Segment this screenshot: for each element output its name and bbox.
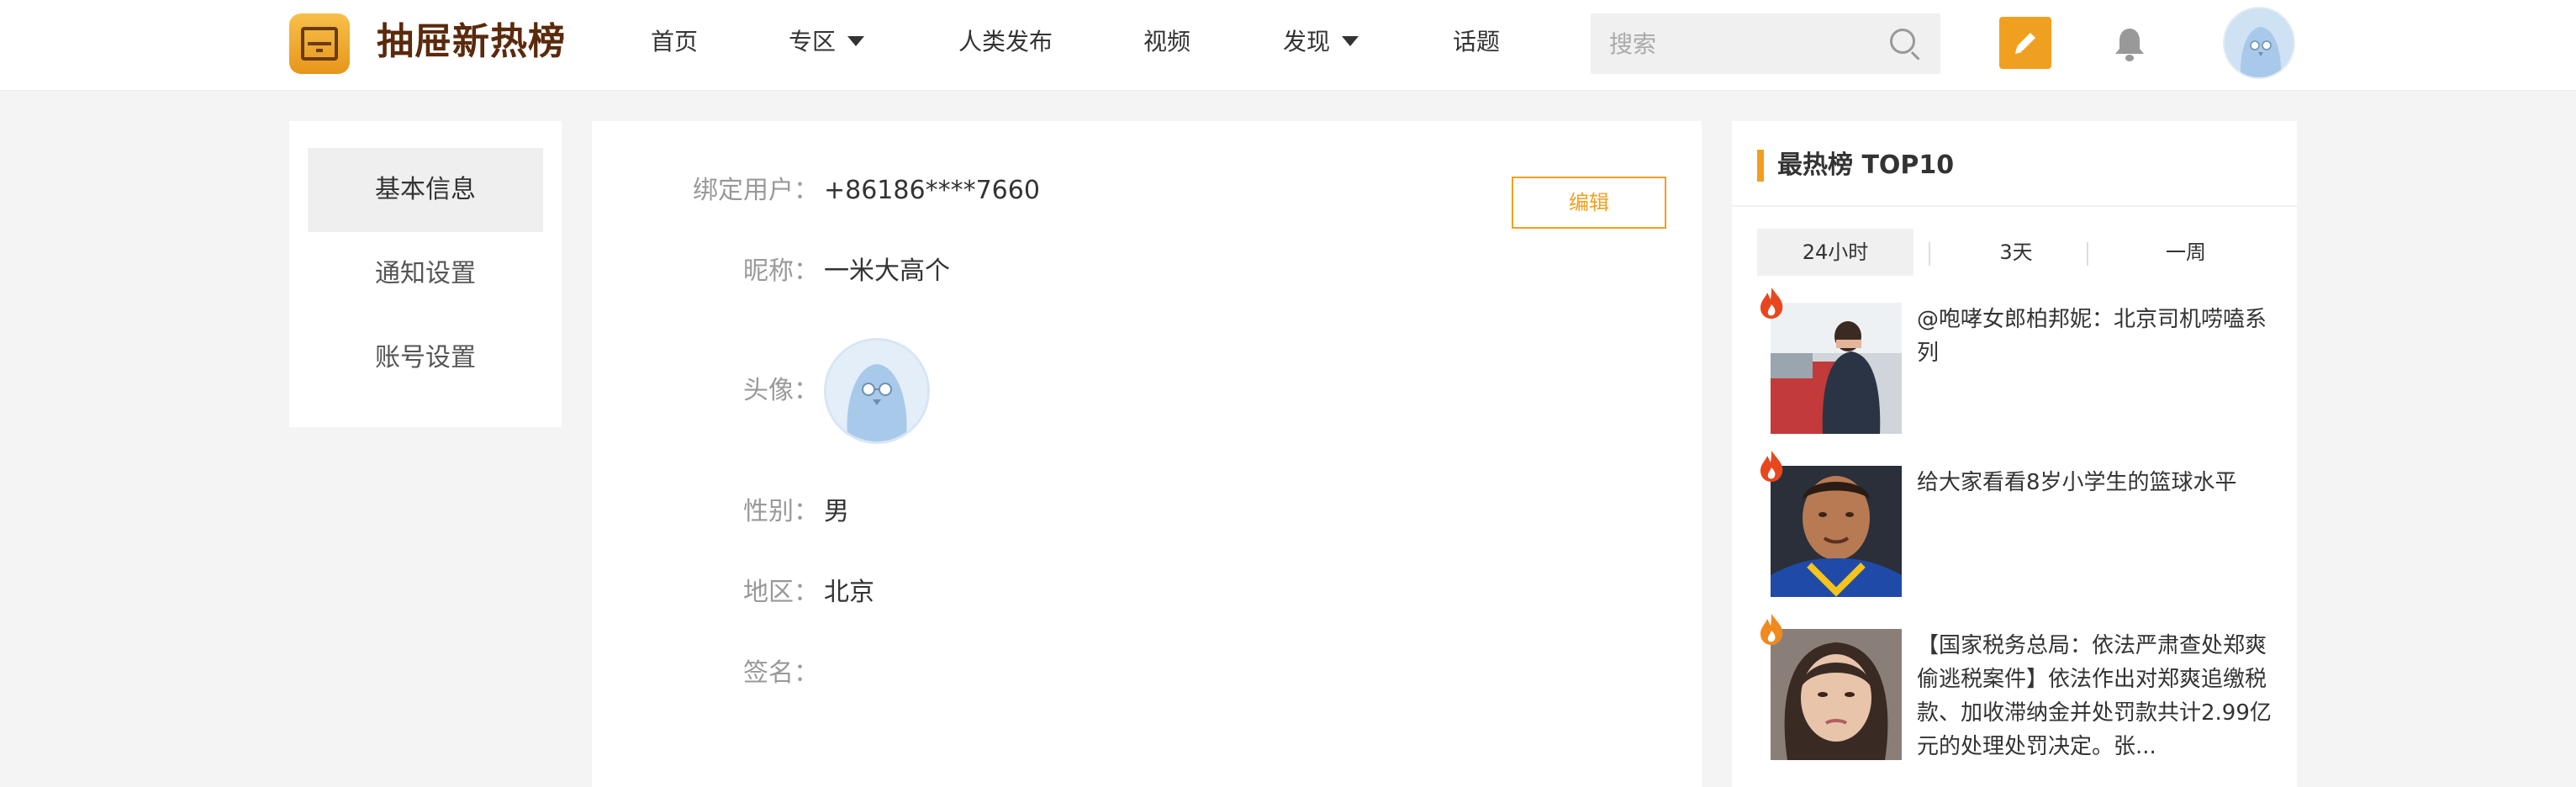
profile-panel: 绑定用户： +86186****7660 编辑 昵称： 一米大高个 头像： 性别… (592, 121, 1702, 787)
edit-button[interactable]: 编辑 (1512, 177, 1666, 229)
publish-button[interactable] (1999, 17, 2051, 69)
region-value: 北京 (824, 578, 874, 607)
divider (1732, 205, 2297, 207)
ranking-item-text: @咆哮女郎柏邦妮：北京司机唠嗑系列 (1917, 307, 2267, 366)
caret-down-icon (847, 36, 865, 46)
profile-avatar[interactable] (824, 338, 930, 444)
flame-icon (1760, 614, 1783, 645)
settings-sidebar: 基本信息 通知设置 账号设置 (289, 121, 562, 427)
title-accent-bar (1757, 150, 1764, 182)
bound-user-label: 绑定用户： (693, 176, 819, 205)
gender-label: 性别： (743, 497, 819, 526)
sidebar-item-account[interactable]: 账号设置 (308, 316, 543, 400)
search-input[interactable] (1591, 13, 1940, 74)
nav-zone[interactable]: 专区 (789, 25, 865, 59)
nickname-label: 昵称： (743, 256, 819, 286)
nav-topics[interactable]: 话题 (1453, 25, 1500, 59)
sidebar-item-notifications[interactable]: 通知设置 (308, 232, 543, 316)
region-label: 地区： (743, 578, 819, 607)
search-icon[interactable] (1890, 29, 1915, 54)
ranking-item[interactable]: @咆哮女郎柏邦妮：北京司机唠嗑系列 (1757, 288, 2278, 437)
top-header: 抽屉新热榜 首页 专区 人类发布 视频 发现 话题 (0, 0, 2576, 91)
avatar-label: 头像： (743, 376, 819, 405)
flame-icon (1760, 288, 1783, 319)
nav-discover[interactable]: 发现 (1283, 25, 1359, 59)
sidebar-item-basic-info[interactable]: 基本信息 (308, 148, 543, 232)
nav-zone-label: 专区 (789, 28, 837, 55)
ranking-thumbnail (1771, 466, 1902, 597)
logo-text[interactable]: 抽屉新热榜 (377, 15, 566, 69)
user-avatar[interactable] (2223, 7, 2295, 79)
nickname-value: 一米大高个 (824, 256, 950, 286)
tab-separator (1929, 242, 1930, 266)
logo-drawer-icon[interactable] (289, 13, 350, 74)
avatar-bird-icon (826, 341, 927, 441)
tab-separator (2087, 242, 2088, 266)
tab-24h[interactable]: 24小时 (1757, 229, 1914, 276)
pencil-icon (2015, 33, 2035, 54)
tab-3days[interactable]: 3天 (1942, 229, 2090, 276)
nav-human-publish[interactable]: 人类发布 (958, 25, 1053, 59)
notification-bell[interactable] (2112, 25, 2147, 67)
bound-user-value: +86186****7660 (824, 176, 1040, 205)
nav-home[interactable]: 首页 (651, 25, 698, 59)
ranking-item[interactable]: 给大家看看8岁小学生的篮球水平 (1757, 451, 2278, 600)
ranking-thumbnail (1771, 629, 1902, 760)
tab-week[interactable]: 一周 (2102, 229, 2270, 276)
signature-label: 签名： (743, 658, 819, 688)
ranking-item[interactable]: 【国家税务总局：依法严肃查处郑爽偷逃税案件】依法作出对郑爽追缴税款、加收滞纳金并… (1757, 614, 2278, 763)
ranking-title: 最热榜 TOP10 (1777, 151, 1955, 180)
hot-ranking-panel: 最热榜 TOP10 24小时 3天 一周 @咆哮女郎柏邦妮：北京司机唠嗑系列 给… (1732, 121, 2297, 787)
avatar-bird-icon (2225, 8, 2294, 77)
flame-icon (1760, 451, 1783, 482)
nav-video[interactable]: 视频 (1143, 25, 1190, 59)
gender-value: 男 (824, 497, 849, 526)
ranking-thumbnail (1771, 303, 1902, 434)
ranking-item-text: 【国家税务总局：依法严肃查处郑爽偷逃税案件】依法作出对郑爽追缴税款、加收滞纳金并… (1917, 633, 2272, 759)
bell-icon (2115, 29, 2144, 61)
nav-discover-label: 发现 (1283, 28, 1331, 55)
ranking-item-text: 给大家看看8岁小学生的篮球水平 (1917, 470, 2237, 495)
caret-down-icon (1342, 36, 1359, 46)
